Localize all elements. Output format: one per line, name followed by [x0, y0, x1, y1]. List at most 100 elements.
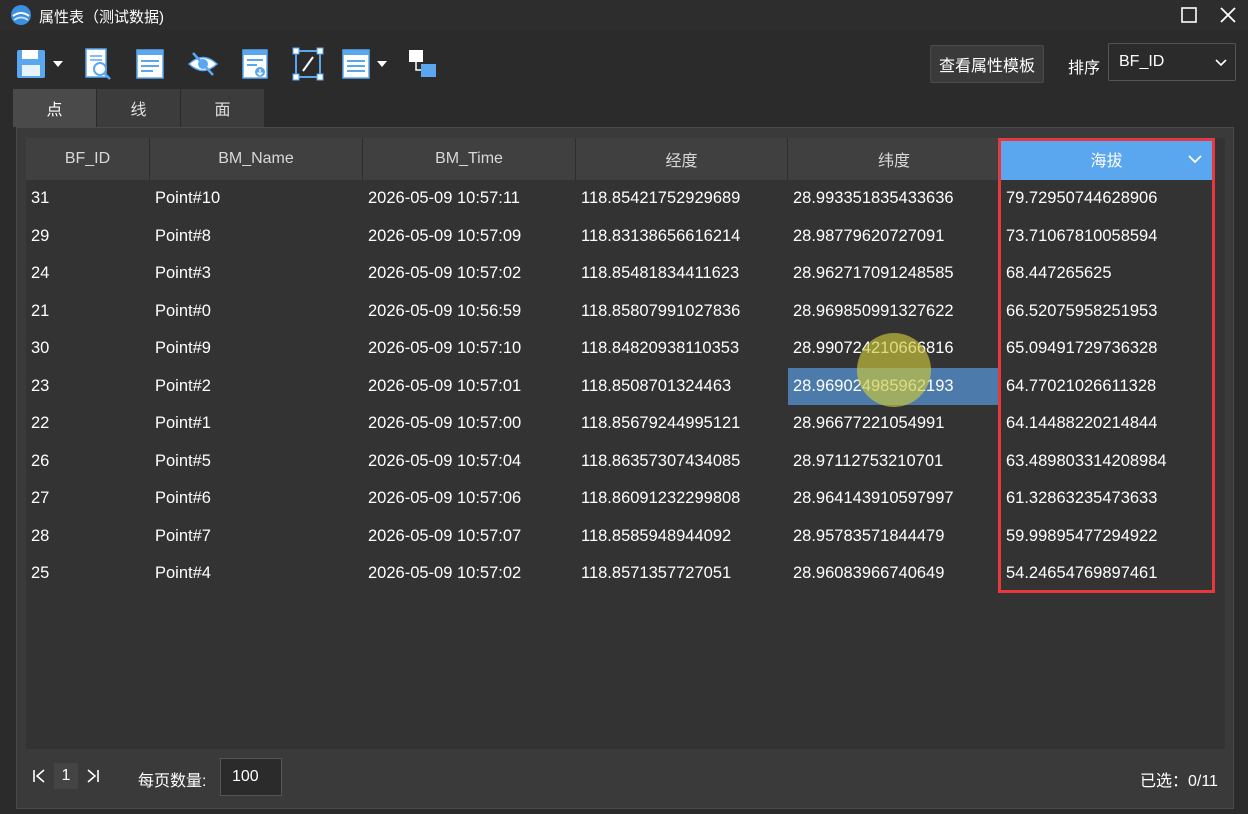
table-cell-bm-time[interactable]: 2026-05-09 10:56:59 [363, 293, 576, 331]
table-cell-bf-id[interactable]: 21 [26, 293, 150, 331]
tab-line[interactable]: 线 [97, 89, 180, 127]
table-cell-bf-id[interactable]: 25 [26, 555, 150, 593]
table-cell-latitude[interactable]: 28.962717091248585 [788, 255, 1001, 293]
edit-geometry-button[interactable] [291, 46, 325, 82]
table-cell-bm-name[interactable]: Point#6 [150, 480, 363, 518]
per-page-input[interactable]: 100 [220, 758, 282, 796]
table-cell-bm-name[interactable]: Point#4 [150, 555, 363, 593]
table-cell-altitude[interactable]: 73.71067810058594 [1001, 218, 1212, 256]
table-cell-bf-id[interactable]: 31 [26, 180, 150, 218]
table-cell-longitude[interactable]: 118.86357307434085 [576, 443, 788, 481]
table-row[interactable]: 29 Point#8 2026-05-09 10:57:09 118.83138656… [26, 218, 1225, 256]
table-cell-altitude[interactable]: 68.447265625 [1001, 255, 1212, 293]
table-cell-latitude[interactable]: 28.993351835433636 [788, 180, 1001, 218]
table-cell-bm-name[interactable]: Point#5 [150, 443, 363, 481]
table-cell-latitude[interactable]: 28.98779620727091 [788, 218, 1001, 256]
maximize-icon[interactable] [1177, 3, 1201, 27]
table-cell-latitude[interactable]: 28.96677221054991 [788, 405, 1001, 443]
table-cell-latitude[interactable]: 28.964143910597997 [788, 480, 1001, 518]
table-cell-altitude[interactable]: 79.72950744628906 [1001, 180, 1212, 218]
close-icon[interactable] [1216, 3, 1240, 27]
table-cell-bm-time[interactable]: 2026-05-09 10:57:11 [363, 180, 576, 218]
table-row[interactable]: 24 Point#3 2026-05-09 10:57:02 118.85481834… [26, 255, 1225, 293]
column-header-latitude[interactable]: 纬度 [788, 138, 1001, 180]
table-cell-altitude[interactable]: 64.14488220214844 [1001, 405, 1212, 443]
table-cell-altitude[interactable]: 64.77021026611328 [1001, 368, 1212, 406]
table-cell-bm-time[interactable]: 2026-05-09 10:57:07 [363, 518, 576, 556]
table-cell-bm-time[interactable]: 2026-05-09 10:57:09 [363, 218, 576, 256]
table-cell-longitude[interactable]: 118.8571357727051 [576, 555, 788, 593]
table-cell-altitude[interactable]: 65.09491729736328 [1001, 330, 1212, 368]
table-cell-bm-name[interactable]: Point#8 [150, 218, 363, 256]
column-header-bf-id[interactable]: BF_ID [26, 138, 150, 180]
table-row[interactable]: 27 Point#6 2026-05-09 10:57:06 118.86091232… [26, 480, 1225, 518]
table-row[interactable]: 30 Point#9 2026-05-09 10:57:10 118.84820938… [26, 330, 1225, 368]
column-header-altitude[interactable]: 海拔 [1001, 138, 1212, 180]
table-cell-bf-id[interactable]: 26 [26, 443, 150, 481]
tab-point[interactable]: 点 [13, 89, 96, 127]
view-attribute-template-button[interactable]: 查看属性模板 [930, 45, 1044, 83]
table-cell-bm-name[interactable]: Point#9 [150, 330, 363, 368]
table-cell-bm-name[interactable]: Point#1 [150, 405, 363, 443]
table-cell-altitude[interactable]: 59.99895477294922 [1001, 518, 1212, 556]
current-page[interactable]: 1 [54, 763, 78, 789]
table-cell-altitude[interactable]: 54.24654769897461 [1001, 555, 1212, 593]
table-cell-longitude[interactable]: 118.85481834411623 [576, 255, 788, 293]
table-cell-longitude[interactable]: 118.86091232299808 [576, 480, 788, 518]
table-cell-bf-id[interactable]: 30 [26, 330, 150, 368]
column-header-longitude[interactable]: 经度 [576, 138, 788, 180]
table-options-button[interactable] [340, 46, 392, 82]
table-row[interactable]: 22 Point#1 2026-05-09 10:57:00 118.85679244… [26, 405, 1225, 443]
table-cell-longitude[interactable]: 118.85421752929689 [576, 180, 788, 218]
table-cell-latitude[interactable]: 28.96083966740649 [788, 555, 1001, 593]
table-cell-bm-time[interactable]: 2026-05-09 10:57:00 [363, 405, 576, 443]
column-header-bm-name[interactable]: BM_Name [150, 138, 363, 180]
table-cell-bm-name[interactable]: Point#10 [150, 180, 363, 218]
table-cell-altitude[interactable]: 61.32863235473633 [1001, 480, 1212, 518]
first-page-icon[interactable] [30, 766, 48, 786]
sort-select[interactable]: BF_ID [1108, 43, 1236, 81]
table-cell-bm-time[interactable]: 2026-05-09 10:57:06 [363, 480, 576, 518]
table-cell-bm-time[interactable]: 2026-05-09 10:57:10 [363, 330, 576, 368]
table-cell-latitude[interactable]: 28.97112753210701 [788, 443, 1001, 481]
table-cell-altitude[interactable]: 63.489803314208984 [1001, 443, 1212, 481]
table-cell-latitude[interactable]: 28.969850991327622 [788, 293, 1001, 331]
table-cell-bf-id[interactable]: 29 [26, 218, 150, 256]
table-cell-longitude[interactable]: 118.83138656616214 [576, 218, 788, 256]
table-cell-latitude[interactable]: 28.969024985962193 [788, 367, 1001, 405]
table-cell-longitude[interactable]: 118.85807991027836 [576, 293, 788, 331]
table-cell-bf-id[interactable]: 27 [26, 480, 150, 518]
table-cell-bm-time[interactable]: 2026-05-09 10:57:04 [363, 443, 576, 481]
last-page-icon[interactable] [84, 766, 102, 786]
table-cell-latitude[interactable]: 28.95783571844479 [788, 518, 1001, 556]
table-row[interactable]: 26 Point#5 2026-05-09 10:57:04 118.86357307… [26, 443, 1225, 481]
table-cell-longitude[interactable]: 118.8508701324463 [576, 368, 788, 406]
table-cell-bf-id[interactable]: 23 [26, 368, 150, 406]
table-cell-bm-name[interactable]: Point#3 [150, 255, 363, 293]
table-cell-bm-time[interactable]: 2026-05-09 10:57:02 [363, 555, 576, 593]
tab-polygon[interactable]: 面 [181, 89, 264, 127]
table-cell-bm-name[interactable]: Point#0 [150, 293, 363, 331]
table-cell-bm-time[interactable]: 2026-05-09 10:57:01 [363, 368, 576, 406]
export-button[interactable] [238, 46, 272, 82]
table-cell-longitude[interactable]: 118.85679244995121 [576, 405, 788, 443]
table-cell-latitude[interactable]: 28.990724210666816 [788, 330, 1001, 368]
list-view-button[interactable] [133, 46, 167, 82]
table-row[interactable]: 31 Point#10 2026-05-09 10:57:11 118.8542175… [26, 180, 1225, 218]
table-row[interactable]: 23 Point#2 2026-05-09 10:57:01 118.85087013… [26, 367, 1225, 406]
column-header-bm-time[interactable]: BM_Time [363, 138, 576, 180]
table-row[interactable]: 28 Point#7 2026-05-09 10:57:07 118.85859489… [26, 518, 1225, 556]
table-cell-bm-time[interactable]: 2026-05-09 10:57:02 [363, 255, 576, 293]
table-cell-longitude[interactable]: 118.84820938110353 [576, 330, 788, 368]
table-cell-bf-id[interactable]: 22 [26, 405, 150, 443]
table-cell-bm-name[interactable]: Point#7 [150, 518, 363, 556]
table-cell-bm-name[interactable]: Point#2 [150, 368, 363, 406]
table-cell-longitude[interactable]: 118.8585948944092 [576, 518, 788, 556]
table-row[interactable]: 21 Point#0 2026-05-09 10:56:59 118.85807991… [26, 293, 1225, 331]
relationship-button[interactable] [405, 46, 439, 82]
table-cell-altitude[interactable]: 66.52075958251953 [1001, 293, 1212, 331]
table-row[interactable]: 25 Point#4 2026-05-09 10:57:02 118.85713577… [26, 555, 1225, 593]
search-document-button[interactable] [81, 46, 115, 82]
table-cell-bf-id[interactable]: 28 [26, 518, 150, 556]
hide-visibility-button[interactable] [186, 46, 220, 82]
